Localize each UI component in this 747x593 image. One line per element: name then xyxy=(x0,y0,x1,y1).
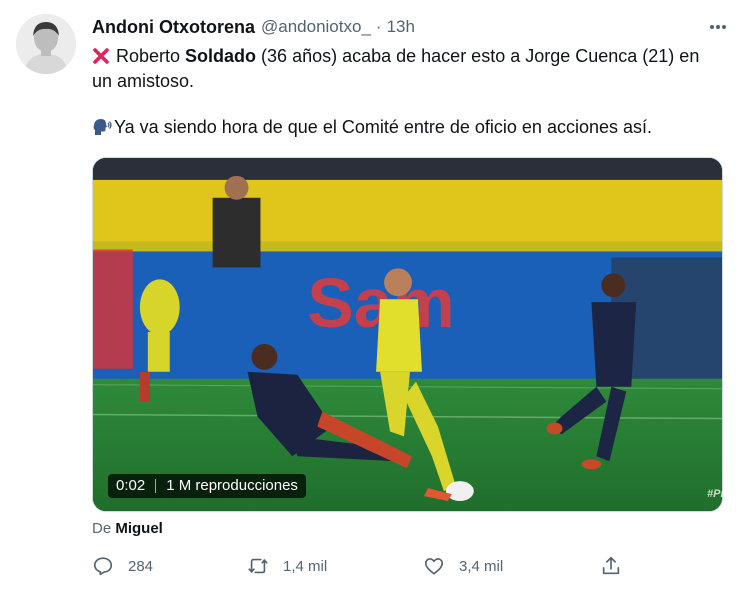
retweet-count: 1,4 mil xyxy=(283,557,328,575)
tweet-text-bold: Soldado xyxy=(185,46,257,66)
more-icon xyxy=(710,25,726,29)
avatar-image xyxy=(16,14,76,74)
speaking-head-icon xyxy=(93,119,112,135)
credit-user[interactable]: Miguel xyxy=(115,520,163,537)
tweet-actions: 284 1,4 mil 3,4 mil xyxy=(92,552,632,580)
like-count: 3,4 mil xyxy=(459,557,504,575)
like-icon xyxy=(424,558,444,575)
reply-icon xyxy=(93,557,113,576)
video-player[interactable]: Sam xyxy=(92,157,723,512)
more-options-button[interactable] xyxy=(705,14,731,40)
video-watermark: #Pret xyxy=(707,488,735,500)
video-corner-mark: SE xyxy=(728,162,743,174)
avatar[interactable] xyxy=(16,14,76,74)
video-views: 1 M reproducciones xyxy=(166,477,298,494)
tweet-text-part-3: Ya va siendo hora de que el Comité entre… xyxy=(114,117,652,137)
tweet-text-part-1: Roberto xyxy=(116,46,186,66)
x-mark-icon xyxy=(93,48,109,64)
share-icon xyxy=(602,556,620,575)
video-frame: Sam xyxy=(93,158,722,511)
overlay-divider xyxy=(155,479,157,493)
retweet-icon xyxy=(248,558,268,574)
like-button[interactable]: 3,4 mil xyxy=(423,552,503,580)
tweet-header: Andoni Otxotorena @andoniotxo_ · 13h xyxy=(92,14,731,40)
share-button[interactable] xyxy=(600,552,622,580)
tweet-time[interactable]: 13h xyxy=(387,17,415,37)
author-name[interactable]: Andoni Otxotorena xyxy=(92,17,255,38)
tweet-text: Roberto Soldado (36 años) acaba de hacer… xyxy=(92,44,722,140)
separator-dot: · xyxy=(375,17,382,36)
tweet-text-line-1: Roberto Soldado (36 años) acaba de hacer… xyxy=(92,44,722,94)
reply-button[interactable]: 284 xyxy=(92,552,153,580)
author-handle[interactable]: @andoniotxo_ xyxy=(261,17,371,37)
tweet-text-line-2: Ya va siendo hora de que el Comité entre… xyxy=(92,115,722,140)
retweet-button[interactable]: 1,4 mil xyxy=(247,552,327,580)
reply-count: 284 xyxy=(128,557,154,575)
video-overlay: 0:02 1 M reproducciones xyxy=(108,474,306,498)
video-duration: 0:02 xyxy=(116,477,146,494)
media-credit: De Miguel xyxy=(92,520,163,537)
credit-prefix: De xyxy=(92,520,116,537)
